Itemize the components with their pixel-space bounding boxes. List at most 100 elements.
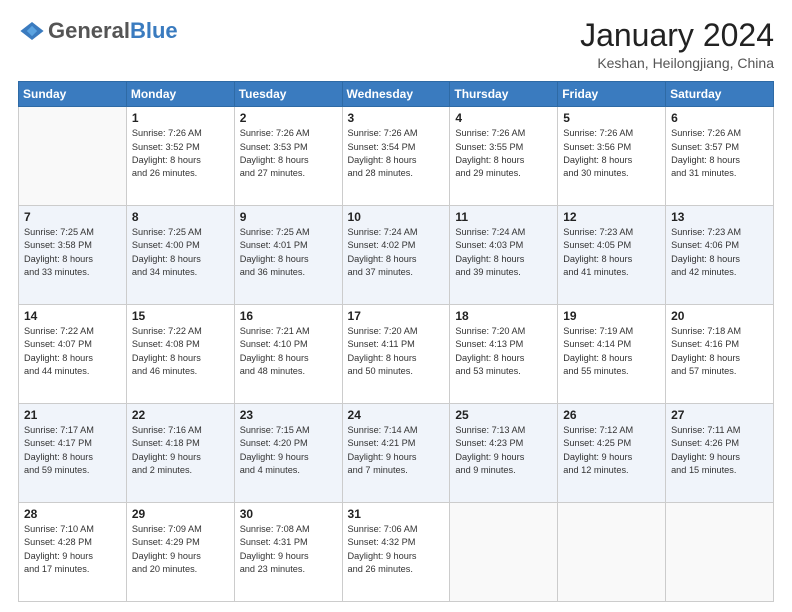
day-content: Sunrise: 7:23 AM Sunset: 4:06 PM Dayligh…: [671, 226, 768, 279]
day-number: 14: [24, 309, 121, 323]
title-block: January 2024 Keshan, Heilongjiang, China: [580, 18, 774, 71]
day-number: 25: [455, 408, 552, 422]
calendar-cell-w5-d1: 28 Sunrise: 7:10 AM Sunset: 4:28 PM Dayli…: [19, 503, 127, 602]
calendar-cell-w5-d2: 29 Sunrise: 7:09 AM Sunset: 4:29 PM Dayli…: [126, 503, 234, 602]
day-number: 23: [240, 408, 337, 422]
col-header-sunday: Sunday: [19, 82, 127, 107]
calendar-cell-w2-d7: 13Sunrise: 7:23 AM Sunset: 4:06 PM Dayli…: [666, 206, 774, 305]
day-number: 2: [240, 111, 337, 125]
calendar-cell-w1-d2: 1 Sunrise: 7:26 AM Sunset: 3:52 PM Daylig…: [126, 107, 234, 206]
day-number: 1: [132, 111, 229, 125]
day-number: 7: [24, 210, 121, 224]
day-content: Sunrise: 7:20 AM Sunset: 4:13 PM Dayligh…: [455, 325, 552, 378]
col-header-monday: Monday: [126, 82, 234, 107]
day-number: 19: [563, 309, 660, 323]
day-number: 22: [132, 408, 229, 422]
day-content: Sunrise: 7:09 AM Sunset: 4:29 PM Dayligh…: [132, 523, 229, 576]
calendar-cell-w5-d4: 31Sunrise: 7:06 AM Sunset: 4:32 PM Dayli…: [342, 503, 450, 602]
calendar-cell-w1-d7: 6Sunrise: 7:26 AM Sunset: 3:57 PM Daylig…: [666, 107, 774, 206]
day-content: Sunrise: 7:22 AM Sunset: 4:08 PM Dayligh…: [132, 325, 229, 378]
day-number: 21: [24, 408, 121, 422]
calendar-cell-w1-d5: 4Sunrise: 7:26 AM Sunset: 3:55 PM Daylig…: [450, 107, 558, 206]
day-content: Sunrise: 7:08 AM Sunset: 4:31 PM Dayligh…: [240, 523, 337, 576]
calendar-cell-w2-d5: 11 Sunrise: 7:24 AM Sunset: 4:03 PM Dayli…: [450, 206, 558, 305]
day-number: 9: [240, 210, 337, 224]
month-year: January 2024: [580, 18, 774, 53]
logo-icon: [18, 22, 46, 40]
day-content: Sunrise: 7:25 AM Sunset: 4:00 PM Dayligh…: [132, 226, 229, 279]
calendar-cell-w1-d4: 3 Sunrise: 7:26 AM Sunset: 3:54 PM Daylig…: [342, 107, 450, 206]
col-header-saturday: Saturday: [666, 82, 774, 107]
day-content: Sunrise: 7:26 AM Sunset: 3:53 PM Dayligh…: [240, 127, 337, 180]
day-number: 30: [240, 507, 337, 521]
calendar-cell-w3-d5: 18 Sunrise: 7:20 AM Sunset: 4:13 PM Dayli…: [450, 305, 558, 404]
day-content: Sunrise: 7:16 AM Sunset: 4:18 PM Dayligh…: [132, 424, 229, 477]
day-content: Sunrise: 7:06 AM Sunset: 4:32 PM Dayligh…: [348, 523, 445, 576]
day-number: 10: [348, 210, 445, 224]
calendar-cell-w5-d6: [558, 503, 666, 602]
calendar-cell-w4-d4: 24 Sunrise: 7:14 AM Sunset: 4:21 PM Dayli…: [342, 404, 450, 503]
day-content: Sunrise: 7:18 AM Sunset: 4:16 PM Dayligh…: [671, 325, 768, 378]
day-content: Sunrise: 7:25 AM Sunset: 4:01 PM Dayligh…: [240, 226, 337, 279]
calendar-cell-w4-d3: 23 Sunrise: 7:15 AM Sunset: 4:20 PM Dayli…: [234, 404, 342, 503]
logo: GeneralBlue: [18, 18, 178, 44]
calendar-cell-w3-d2: 15 Sunrise: 7:22 AM Sunset: 4:08 PM Dayli…: [126, 305, 234, 404]
calendar-table: Sunday Monday Tuesday Wednesday Thursday…: [18, 81, 774, 602]
calendar-cell-w4-d7: 27Sunrise: 7:11 AM Sunset: 4:26 PM Dayli…: [666, 404, 774, 503]
calendar-cell-w3-d7: 20 Sunrise: 7:18 AM Sunset: 4:16 PM Dayli…: [666, 305, 774, 404]
day-content: Sunrise: 7:24 AM Sunset: 4:03 PM Dayligh…: [455, 226, 552, 279]
day-number: 29: [132, 507, 229, 521]
calendar-cell-w1-d6: 5Sunrise: 7:26 AM Sunset: 3:56 PM Daylig…: [558, 107, 666, 206]
calendar-week-row-3: 14 Sunrise: 7:22 AM Sunset: 4:07 PM Dayli…: [19, 305, 774, 404]
header: GeneralBlue January 2024 Keshan, Heilong…: [18, 18, 774, 71]
calendar-cell-w4-d1: 21 Sunrise: 7:17 AM Sunset: 4:17 PM Dayli…: [19, 404, 127, 503]
day-content: Sunrise: 7:15 AM Sunset: 4:20 PM Dayligh…: [240, 424, 337, 477]
day-content: Sunrise: 7:26 AM Sunset: 3:52 PM Dayligh…: [132, 127, 229, 180]
day-number: 17: [348, 309, 445, 323]
calendar-cell-w5-d3: 30 Sunrise: 7:08 AM Sunset: 4:31 PM Dayli…: [234, 503, 342, 602]
day-content: Sunrise: 7:21 AM Sunset: 4:10 PM Dayligh…: [240, 325, 337, 378]
day-number: 18: [455, 309, 552, 323]
day-number: 6: [671, 111, 768, 125]
day-number: 28: [24, 507, 121, 521]
calendar-cell-w5-d5: [450, 503, 558, 602]
col-header-wednesday: Wednesday: [342, 82, 450, 107]
day-content: Sunrise: 7:26 AM Sunset: 3:54 PM Dayligh…: [348, 127, 445, 180]
day-content: Sunrise: 7:24 AM Sunset: 4:02 PM Dayligh…: [348, 226, 445, 279]
calendar-cell-w2-d2: 8 Sunrise: 7:25 AM Sunset: 4:00 PM Daylig…: [126, 206, 234, 305]
day-number: 3: [348, 111, 445, 125]
calendar-week-row-2: 7Sunrise: 7:25 AM Sunset: 3:58 PM Daylig…: [19, 206, 774, 305]
day-content: Sunrise: 7:17 AM Sunset: 4:17 PM Dayligh…: [24, 424, 121, 477]
logo-text: GeneralBlue: [48, 18, 178, 44]
calendar-cell-w3-d4: 17 Sunrise: 7:20 AM Sunset: 4:11 PM Dayli…: [342, 305, 450, 404]
calendar-cell-w5-d7: [666, 503, 774, 602]
calendar-week-row-4: 21 Sunrise: 7:17 AM Sunset: 4:17 PM Dayli…: [19, 404, 774, 503]
day-number: 26: [563, 408, 660, 422]
calendar-cell-w2-d3: 9 Sunrise: 7:25 AM Sunset: 4:01 PM Daylig…: [234, 206, 342, 305]
day-number: 20: [671, 309, 768, 323]
day-number: 5: [563, 111, 660, 125]
calendar-cell-w1-d1: [19, 107, 127, 206]
day-content: Sunrise: 7:26 AM Sunset: 3:55 PM Dayligh…: [455, 127, 552, 180]
day-number: 24: [348, 408, 445, 422]
day-content: Sunrise: 7:11 AM Sunset: 4:26 PM Dayligh…: [671, 424, 768, 477]
day-number: 8: [132, 210, 229, 224]
calendar-cell-w3-d3: 16 Sunrise: 7:21 AM Sunset: 4:10 PM Dayli…: [234, 305, 342, 404]
calendar-week-row-1: 1 Sunrise: 7:26 AM Sunset: 3:52 PM Daylig…: [19, 107, 774, 206]
day-content: Sunrise: 7:22 AM Sunset: 4:07 PM Dayligh…: [24, 325, 121, 378]
calendar-cell-w4-d2: 22 Sunrise: 7:16 AM Sunset: 4:18 PM Dayli…: [126, 404, 234, 503]
day-number: 16: [240, 309, 337, 323]
day-content: Sunrise: 7:20 AM Sunset: 4:11 PM Dayligh…: [348, 325, 445, 378]
calendar-cell-w2-d4: 10 Sunrise: 7:24 AM Sunset: 4:02 PM Dayli…: [342, 206, 450, 305]
day-number: 15: [132, 309, 229, 323]
day-content: Sunrise: 7:14 AM Sunset: 4:21 PM Dayligh…: [348, 424, 445, 477]
calendar-cell-w3-d6: 19 Sunrise: 7:19 AM Sunset: 4:14 PM Dayli…: [558, 305, 666, 404]
logo-general: General: [48, 18, 130, 43]
day-content: Sunrise: 7:19 AM Sunset: 4:14 PM Dayligh…: [563, 325, 660, 378]
calendar-cell-w2-d1: 7Sunrise: 7:25 AM Sunset: 3:58 PM Daylig…: [19, 206, 127, 305]
calendar-week-row-5: 28 Sunrise: 7:10 AM Sunset: 4:28 PM Dayli…: [19, 503, 774, 602]
calendar-cell-w1-d3: 2 Sunrise: 7:26 AM Sunset: 3:53 PM Daylig…: [234, 107, 342, 206]
col-header-thursday: Thursday: [450, 82, 558, 107]
day-number: 11: [455, 210, 552, 224]
day-content: Sunrise: 7:10 AM Sunset: 4:28 PM Dayligh…: [24, 523, 121, 576]
